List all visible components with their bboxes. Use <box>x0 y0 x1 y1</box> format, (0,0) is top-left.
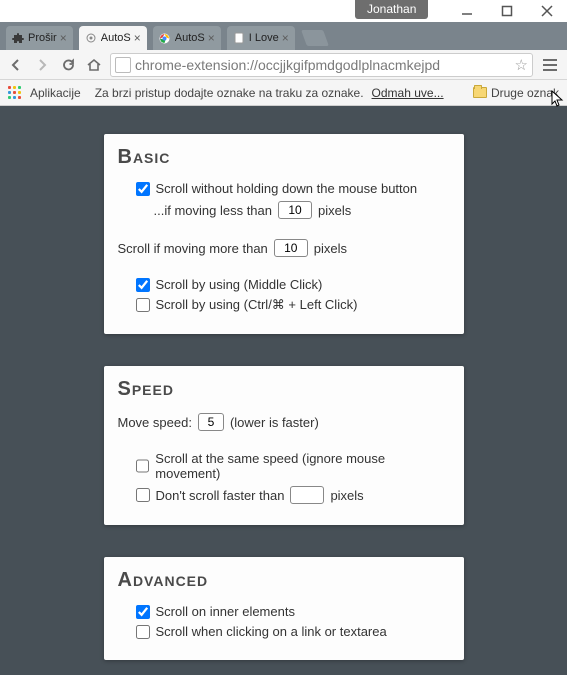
back-button[interactable] <box>6 55 26 75</box>
new-tab-button[interactable] <box>301 30 329 46</box>
label-move-speed-post: (lower is faster) <box>230 415 319 430</box>
extension-icon <box>85 32 97 44</box>
window-close-button[interactable] <box>527 0 567 22</box>
card-speed: Speed Move speed: (lower is faster) Scro… <box>104 366 464 525</box>
bookmarks-hint-link[interactable]: Odmah uve... <box>372 86 444 100</box>
apps-icon[interactable] <box>8 86 22 100</box>
tab-0[interactable]: Prošir × <box>6 26 73 50</box>
page-icon <box>115 57 131 73</box>
input-move-speed[interactable] <box>198 413 224 431</box>
tab-label: Prošir <box>28 32 57 44</box>
label-pixels: pixels <box>314 241 347 256</box>
label-click-link-textarea: Scroll when clicking on a link or textar… <box>156 624 387 639</box>
input-max-speed[interactable] <box>290 486 324 504</box>
label-same-speed: Scroll at the same speed (ignore mouse m… <box>155 451 449 481</box>
tab-label: AutoS <box>175 32 205 44</box>
bookmarks-hint: Za brzi pristup dodajte oznake na traku … <box>95 86 364 100</box>
tab-label: AutoS <box>101 32 131 44</box>
checkbox-same-speed[interactable] <box>136 459 150 473</box>
input-move-less-than[interactable] <box>278 201 312 219</box>
forward-button[interactable] <box>32 55 52 75</box>
browser-toolbar: chrome-extension://occjjkgifpmdgodlplnac… <box>0 50 567 80</box>
home-button[interactable] <box>84 55 104 75</box>
checkbox-ctrl-left-click[interactable] <box>136 298 150 312</box>
page-icon <box>233 32 245 44</box>
menu-button[interactable] <box>539 54 561 76</box>
checkbox-middle-click[interactable] <box>136 278 150 292</box>
label-ctrl-left-click: Scroll by using (Ctrl/⌘ + Left Click) <box>156 297 358 313</box>
label-scroll-more-than: Scroll if moving more than <box>118 241 268 256</box>
page-content: Basic Scroll without holding down the mo… <box>0 106 567 675</box>
tab-strip: Prošir × AutoS × AutoS × I Love × <box>0 22 567 50</box>
label-middle-click: Scroll by using (Middle Click) <box>156 277 323 292</box>
tab-1[interactable]: AutoS × <box>79 26 147 50</box>
checkbox-click-link-textarea[interactable] <box>136 625 150 639</box>
reload-button[interactable] <box>58 55 78 75</box>
input-move-more-than[interactable] <box>274 239 308 257</box>
close-icon[interactable]: × <box>282 31 289 45</box>
label-move-speed: Move speed: <box>118 415 192 430</box>
folder-icon <box>473 87 487 98</box>
other-bookmarks-label: Druge oznak <box>491 86 559 100</box>
tab-label: I Love <box>249 32 279 44</box>
card-basic: Basic Scroll without holding down the mo… <box>104 134 464 334</box>
tab-3[interactable]: I Love × <box>227 26 295 50</box>
card-title: Basic <box>118 146 450 169</box>
puzzle-icon <box>12 32 24 44</box>
sub-label-post: pixels <box>318 203 351 218</box>
label-max-speed-post: pixels <box>330 488 363 503</box>
url-text: chrome-extension://occjjkgifpmdgodlplnac… <box>135 57 511 73</box>
label-scroll-without-hold: Scroll without holding down the mouse bu… <box>156 181 418 196</box>
user-chip[interactable]: Jonathan <box>355 0 428 19</box>
window-titlebar: Jonathan <box>0 0 567 22</box>
checkbox-scroll-without-hold[interactable] <box>136 182 150 196</box>
webstore-icon <box>159 32 171 44</box>
bookmark-star-icon[interactable]: ☆ <box>515 56 528 74</box>
window-maximize-button[interactable] <box>487 0 527 22</box>
tab-2[interactable]: AutoS × <box>153 26 221 50</box>
other-bookmarks[interactable]: Druge oznak <box>473 86 559 100</box>
close-icon[interactable]: × <box>134 31 141 45</box>
checkbox-inner-elements[interactable] <box>136 605 150 619</box>
checkbox-max-speed[interactable] <box>136 488 150 502</box>
close-icon[interactable]: × <box>208 31 215 45</box>
bookmarks-bar: Aplikacije Za brzi pristup dodajte oznak… <box>0 80 567 106</box>
card-title: Speed <box>118 378 450 401</box>
apps-label[interactable]: Aplikacije <box>30 86 81 100</box>
address-bar[interactable]: chrome-extension://occjjkgifpmdgodlplnac… <box>110 53 533 77</box>
card-title: Advanced <box>118 569 450 592</box>
close-icon[interactable]: × <box>60 31 67 45</box>
window-minimize-button[interactable] <box>447 0 487 22</box>
label-max-speed-pre: Don't scroll faster than <box>156 488 285 503</box>
sub-label-pre: ...if moving less than <box>154 203 273 218</box>
label-inner-elements: Scroll on inner elements <box>156 604 295 619</box>
card-advanced: Advanced Scroll on inner elements Scroll… <box>104 557 464 660</box>
